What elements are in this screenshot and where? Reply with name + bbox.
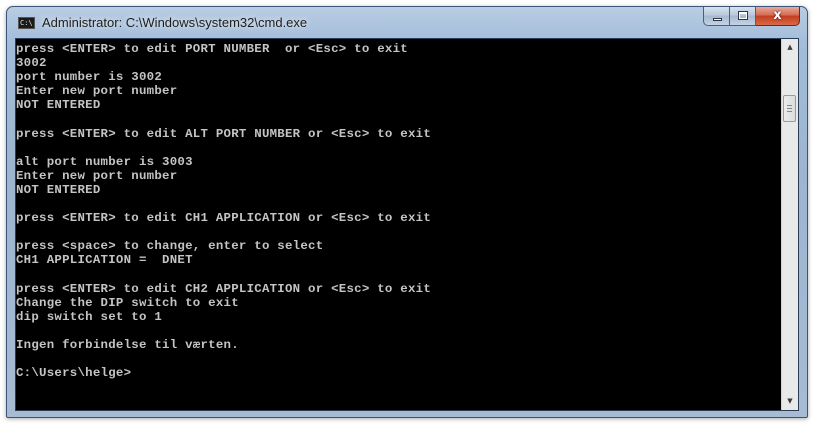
- console-area[interactable]: press <ENTER> to edit PORT NUMBER or <Es…: [15, 38, 799, 411]
- console-line: CH1 APPLICATION = DNET: [16, 253, 193, 268]
- minimize-button[interactable]: [703, 7, 730, 26]
- scroll-down-icon[interactable]: ▼: [782, 393, 798, 410]
- title-bar[interactable]: C:\ Administrator: C:\Windows\system32\c…: [7, 7, 807, 37]
- console-line: NOT ENTERED: [16, 182, 101, 197]
- close-icon: x: [773, 8, 782, 23]
- grip-icon: [787, 105, 792, 113]
- maximize-button[interactable]: [730, 7, 756, 26]
- console-line: press <ENTER> to edit CH1 APPLICATION or…: [16, 211, 432, 226]
- console-line: press <ENTER> to edit PORT NUMBER or <Es…: [16, 42, 408, 56]
- console-line: alt port number is 3003: [16, 154, 193, 169]
- console-line: port number is 3002: [16, 70, 163, 85]
- scrollbar-thumb[interactable]: [783, 95, 796, 123]
- console-line: Enter new port number: [16, 168, 178, 183]
- vertical-scrollbar[interactable]: ▲ ▼: [781, 39, 798, 410]
- console-line: Enter new port number: [16, 84, 178, 99]
- close-button[interactable]: x: [756, 7, 800, 26]
- cmd-window: C:\ Administrator: C:\Windows\system32\c…: [6, 6, 808, 418]
- console-line: Change the DIP switch to exit: [16, 295, 239, 310]
- console-line: NOT ENTERED: [16, 98, 101, 113]
- console-line: press <space> to change, enter to select: [16, 239, 324, 254]
- scroll-up-icon[interactable]: ▲: [782, 39, 798, 56]
- window-title: Administrator: C:\Windows\system32\cmd.e…: [42, 15, 308, 30]
- minimize-icon: [713, 18, 722, 21]
- console-output: press <ENTER> to edit PORT NUMBER or <Es…: [16, 42, 776, 380]
- cmd-icon[interactable]: C:\: [18, 17, 35, 29]
- console-line: 3002: [16, 56, 47, 71]
- console-line: press <ENTER> to edit CH2 APPLICATION or…: [16, 281, 432, 296]
- console-line: dip switch set to 1: [16, 309, 163, 324]
- maximize-icon: [738, 11, 748, 20]
- console-line: Ingen forbindelse til værten.: [16, 337, 239, 352]
- console-line: press <ENTER> to edit ALT PORT NUMBER or…: [16, 126, 432, 141]
- console-line: C:\Users\helge>: [16, 366, 132, 381]
- caption-buttons: x: [703, 7, 800, 27]
